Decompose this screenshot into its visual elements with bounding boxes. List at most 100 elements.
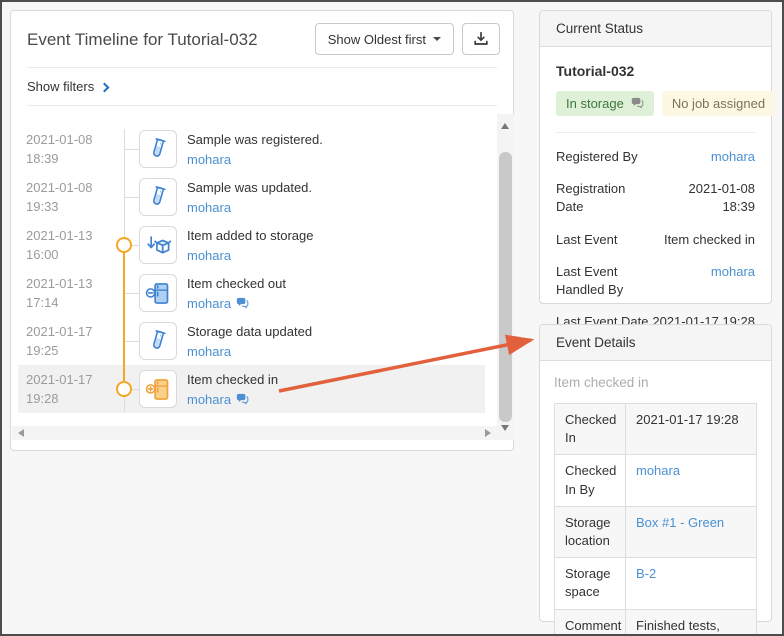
status-field-row: Last Event Handled By mohara [556, 263, 755, 299]
table-row: Comment Finished tests, returning to fre… [555, 609, 757, 636]
event-datetime: 2021-01-1317:14 [26, 275, 93, 313]
job-badge: No job assigned [662, 91, 775, 116]
status-field-row: Registration Date 2021-01-08 18:39 [556, 180, 755, 216]
status-badge: In storage [556, 91, 654, 116]
storage-space-link[interactable]: B-2 [636, 566, 656, 581]
current-status-panel: Current Status Tutorial-032 In storage N… [539, 10, 772, 304]
field-label: Last Event [556, 231, 617, 249]
page-title: Event Timeline for Tutorial-032 [27, 23, 258, 50]
event-datetime: 2021-01-1719:28 [26, 371, 93, 409]
user-link[interactable]: mohara [187, 150, 231, 170]
sort-order-dropdown[interactable]: Show Oldest first [315, 23, 454, 55]
row-value: Box #1 - Green [626, 506, 757, 557]
event-datetime: 2021-01-1719:25 [26, 323, 93, 361]
row-value: B-2 [626, 558, 757, 609]
timeline-node [116, 381, 132, 397]
event-details-table: Checked In 2021-01-17 19:28 Checked In B… [554, 403, 757, 636]
show-filters-label: Show filters [27, 79, 94, 94]
chevron-right-icon [100, 82, 110, 92]
event-datetime: 2021-01-0818:39 [26, 131, 93, 169]
timeline-connector [125, 293, 140, 294]
timeline-connector [125, 149, 140, 150]
event-title: Item checked out [187, 274, 286, 294]
event-text: Item checked out mohara [187, 274, 286, 313]
user-link[interactable]: mohara [711, 263, 755, 299]
current-status-body: Tutorial-032 In storage No job assigned … [540, 47, 771, 361]
timeline-event-row[interactable]: 2021-01-0819:33 Sample was updated. moha… [11, 173, 497, 221]
event-text: Item checked in mohara [187, 370, 278, 409]
scroll-up-icon[interactable] [501, 123, 509, 129]
item-name: Tutorial-032 [556, 63, 755, 79]
download-icon [471, 29, 491, 49]
timeline-header: Event Timeline for Tutorial-032 Show Old… [11, 11, 513, 67]
row-value: mohara [626, 455, 757, 506]
event-text: Item added to storage mohara [187, 226, 313, 265]
timeline-actions: Show Oldest first [315, 23, 500, 55]
comment-icon[interactable] [236, 393, 249, 406]
scroll-left-icon[interactable] [18, 429, 24, 437]
event-title: Sample was updated. [187, 178, 312, 198]
horizontal-scrollbar[interactable] [12, 426, 497, 440]
check-in-icon [139, 370, 177, 408]
comment-icon[interactable] [631, 97, 644, 110]
status-badges: In storage No job assigned [556, 91, 755, 116]
timeline-event-row[interactable]: 2021-01-1317:14 Item checked out mohara [11, 269, 497, 317]
app-viewport: Event Timeline for Tutorial-032 Show Old… [0, 0, 784, 636]
event-text: Storage data updated mohara [187, 322, 312, 361]
user-link[interactable]: mohara [187, 198, 231, 218]
sort-order-label: Show Oldest first [328, 32, 426, 47]
current-status-header: Current Status [540, 11, 771, 47]
show-filters-toggle[interactable]: Show filters [11, 68, 124, 105]
timeline-event-row-selected[interactable]: 2021-01-1719:28 Item checked in mohara [11, 365, 497, 413]
event-title: Item added to storage [187, 226, 313, 246]
caret-down-icon [433, 37, 441, 41]
add-to-storage-icon [139, 226, 177, 264]
test-tube-icon [139, 130, 177, 168]
event-text: Sample was registered. mohara [187, 130, 323, 169]
table-row: Storage space B-2 [555, 558, 757, 609]
user-link[interactable]: mohara [187, 390, 231, 410]
timeline-list: 2021-01-0818:39 Sample was registered. m… [11, 114, 497, 425]
user-link[interactable]: mohara [711, 148, 755, 166]
row-label: Storage space [555, 558, 626, 609]
field-label: Last Event Handled By [556, 263, 666, 299]
status-field-row: Last Event Item checked in [556, 231, 755, 249]
user-link[interactable]: mohara [636, 463, 680, 478]
user-link[interactable]: mohara [187, 246, 231, 266]
timeline-node [116, 237, 132, 253]
scroll-right-icon[interactable] [485, 429, 491, 437]
event-title: Sample was registered. [187, 130, 323, 150]
user-link[interactable]: mohara [187, 294, 231, 314]
user-link[interactable]: mohara [187, 342, 231, 362]
event-datetime: 2021-01-0819:33 [26, 179, 93, 217]
row-value: Finished tests, returning to freezer [626, 609, 757, 636]
storage-location-link[interactable]: Box #1 - Green [636, 515, 724, 530]
timeline-event-row[interactable]: 2021-01-1719:25 Storage data updated moh… [11, 317, 497, 365]
divider [556, 132, 755, 133]
vertical-scrollbar[interactable] [497, 114, 514, 440]
timeline-event-row[interactable]: 2021-01-0818:39 Sample was registered. m… [11, 125, 497, 173]
scroll-down-icon[interactable] [501, 425, 509, 431]
row-label: Storage location [555, 506, 626, 557]
download-button[interactable] [462, 23, 500, 55]
table-row: Storage location Box #1 - Green [555, 506, 757, 557]
comment-icon[interactable] [236, 297, 249, 310]
row-label: Checked In [555, 404, 626, 455]
row-label: Checked In By [555, 455, 626, 506]
event-title: Storage data updated [187, 322, 312, 342]
event-datetime: 2021-01-1316:00 [26, 227, 93, 265]
row-label: Comment [555, 609, 626, 636]
test-tube-icon [139, 178, 177, 216]
vertical-scrollbar-thumb[interactable] [499, 152, 512, 422]
table-row: Checked In By mohara [555, 455, 757, 506]
timeline-connector [125, 341, 140, 342]
event-title: Item checked in [187, 370, 278, 390]
event-details-subtitle: Item checked in [554, 375, 757, 390]
timeline-event-row[interactable]: 2021-01-1316:00 Item added to storage mo… [11, 221, 497, 269]
field-value: Item checked in [664, 231, 755, 249]
test-tube-icon [139, 322, 177, 360]
field-label: Registered By [556, 148, 638, 166]
table-row: Checked In 2021-01-17 19:28 [555, 404, 757, 455]
event-details-body: Item checked in Checked In 2021-01-17 19… [540, 361, 771, 636]
field-label: Registration Date [556, 180, 654, 216]
